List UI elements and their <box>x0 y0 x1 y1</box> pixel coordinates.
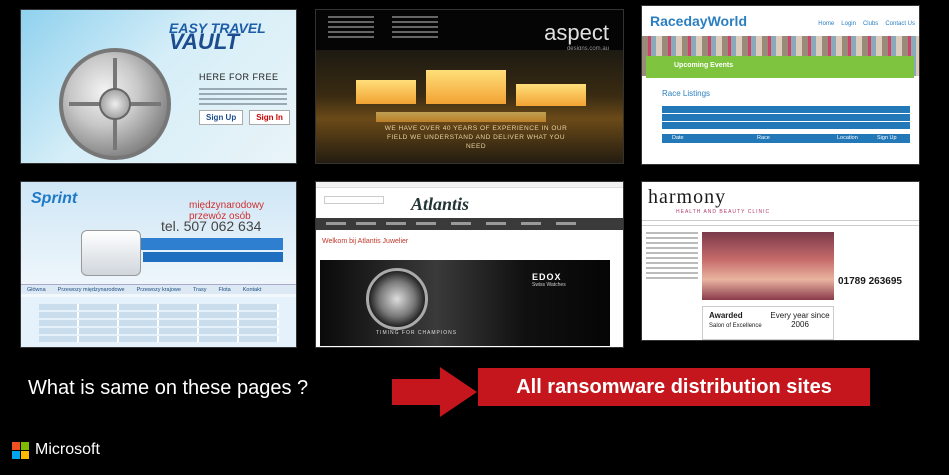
harmony-phone: 01789 263695 <box>838 276 902 287</box>
right-arrow-icon <box>392 367 477 417</box>
harmony-logo: harmony <box>648 186 727 208</box>
slide-answer: All ransomware distribution sites <box>478 368 870 406</box>
raceday-table: Date Race Location Sign Up <box>662 134 910 164</box>
sprint-blue-bar-2 <box>143 252 283 262</box>
atlantis-search-box <box>324 196 384 204</box>
vault-door-image <box>59 48 171 160</box>
raceday-list-title: Race Listings <box>662 89 711 98</box>
screenshot-harmony-clinic: harmony HEALTH AND BEAUTY CLINIC 01789 2… <box>641 181 920 341</box>
harmony-subtitle: HEALTH AND BEAUTY CLINIC <box>676 209 771 215</box>
harmony-nav <box>642 220 919 226</box>
vault-body-text <box>199 88 287 108</box>
microsoft-wordmark: Microsoft <box>35 441 100 458</box>
edox-brand: EDOX Swiss Watches <box>532 272 566 288</box>
harmony-sidebar <box>646 232 698 282</box>
atlantis-logo: Atlantis <box>411 194 470 214</box>
harmony-award: Awarded Salon of Excellence Every year si… <box>702 306 834 340</box>
vault-logo: EASY TRAVEL VAULT <box>169 20 266 54</box>
microsoft-logo-icon <box>12 441 29 459</box>
slide-question: What is same on these pages ? <box>28 377 309 399</box>
vault-signin-button: Sign In <box>249 110 290 125</box>
sprint-price-table <box>39 304 279 344</box>
screenshot-aspect-designs: aspect designs.com.au WE HAVE OVER 40 YE… <box>315 9 624 164</box>
vault-headline: HERE FOR FREE <box>199 72 279 82</box>
nail-polish-photo <box>702 232 834 300</box>
microsoft-logo: Microsoft <box>12 441 100 459</box>
sprint-phone: tel. 507 062 634 <box>161 218 262 234</box>
raceday-banner: Upcoming Events <box>646 56 914 78</box>
aspect-tagline: WE HAVE OVER 40 YEARS OF EXPERIENCE IN O… <box>384 125 568 150</box>
sprint-nav: Główna Przewozy międzynarodowe Przewozy … <box>21 284 296 294</box>
bus-image <box>81 230 141 276</box>
watch-hero-image <box>320 260 610 346</box>
raceday-logo: RacedayWorld <box>650 13 747 29</box>
atlantis-menu <box>316 218 623 230</box>
watch-image <box>366 268 428 330</box>
raceday-nav: Home Login Clubs Contact Us <box>818 21 915 27</box>
aspect-menu <box>328 16 438 41</box>
screenshot-sprint-bus: Sprint międzynarodowy przewóz osób tel. … <box>20 181 297 348</box>
sprint-logo: Sprint <box>31 190 78 207</box>
raceday-month-grid <box>662 106 910 130</box>
vault-signup-button: Sign Up <box>199 110 244 125</box>
screenshot-raceday-world: RacedayWorld Home Login Clubs Contact Us… <box>641 5 920 165</box>
sprint-blue-bar <box>123 238 283 250</box>
screenshot-atlantis-jeweller: Atlantis Welkom bij Atlantis Juwelier ED… <box>315 181 624 348</box>
aspect-logo: aspect designs.com.au <box>544 20 609 52</box>
edox-slogan: TIMING FOR CHAMPIONS <box>376 330 458 336</box>
atlantis-welcome: Welkom bij Atlantis Juwelier <box>322 238 409 245</box>
screenshot-easy-travel-vault: EASY TRAVEL VAULT HERE FOR FREE Sign Up … <box>20 9 297 164</box>
